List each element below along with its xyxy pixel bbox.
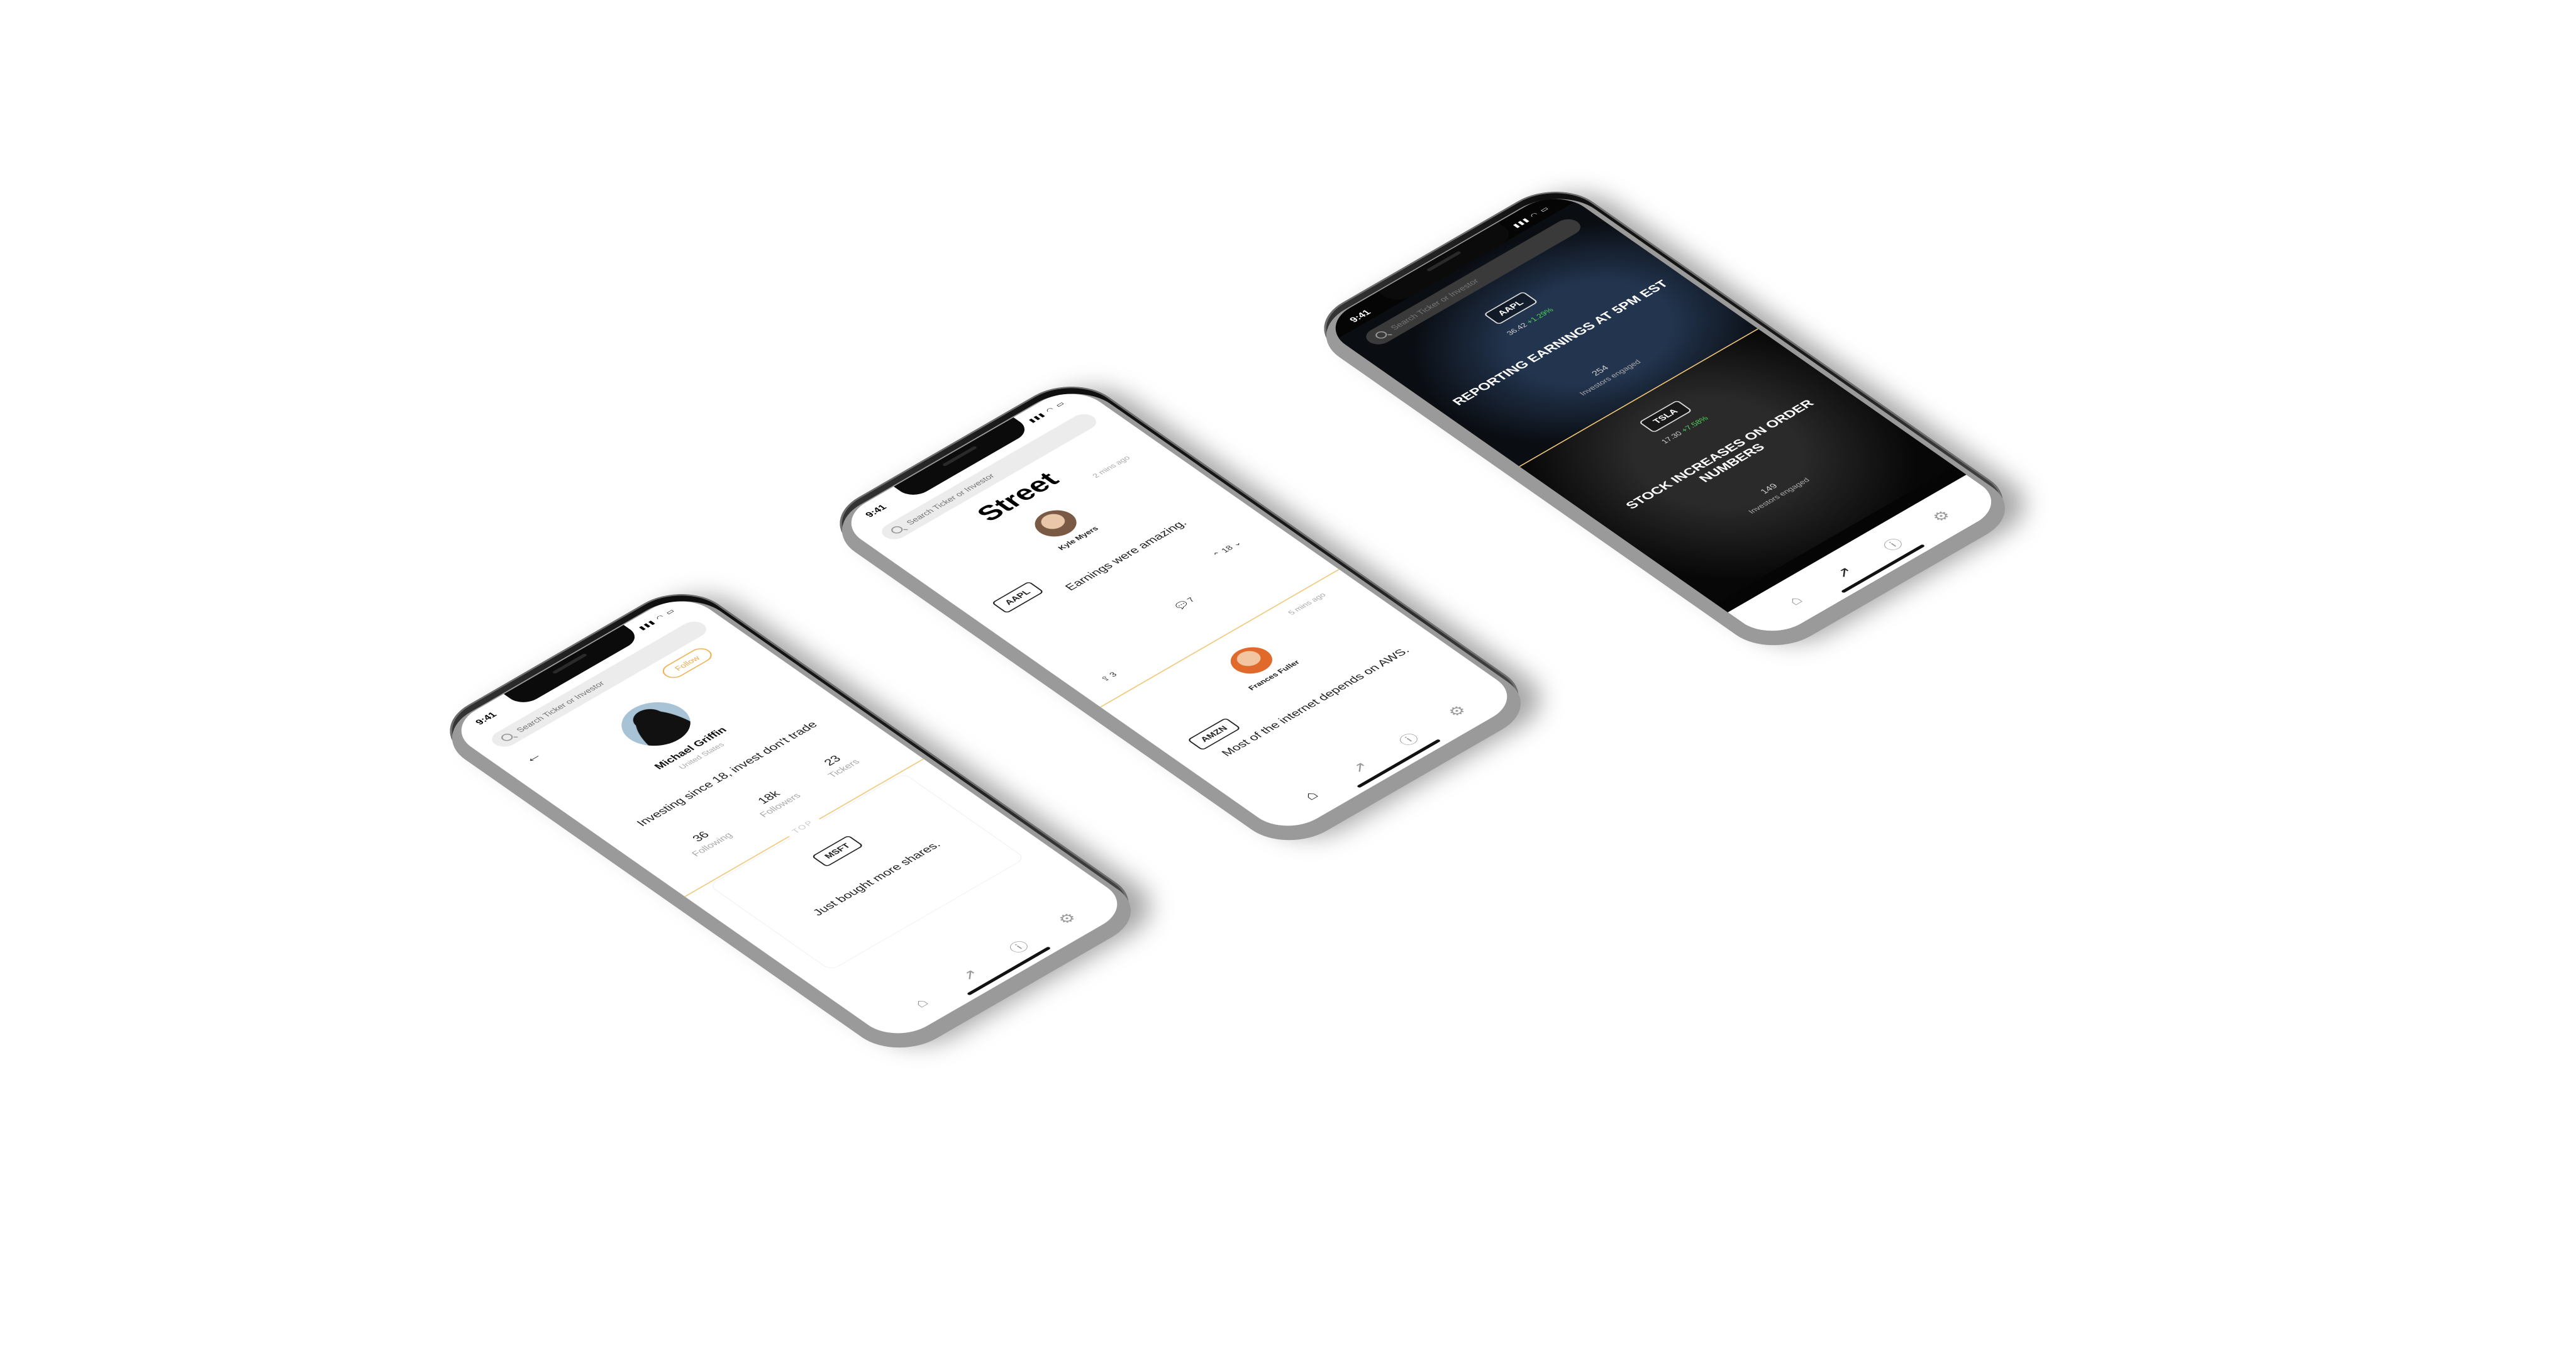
- downvote-icon[interactable]: ⌄: [1230, 539, 1243, 548]
- trending-icon[interactable]: ↗: [952, 963, 988, 986]
- home-icon[interactable]: ⌂: [902, 991, 939, 1014]
- stat-tickers[interactable]: 23 Tickers: [814, 749, 862, 780]
- status-icons: ▮▮▮ ◠ ▭: [1026, 399, 1068, 424]
- search-icon: [1373, 329, 1390, 340]
- comment-icon: 💬: [1173, 599, 1191, 610]
- ticker-tag[interactable]: MSFT: [811, 834, 864, 868]
- ticker-tag[interactable]: AAPL: [991, 581, 1045, 614]
- post-divider: [1100, 569, 1340, 708]
- gear-icon[interactable]: ⚙: [1439, 700, 1475, 722]
- stat-followers[interactable]: 18k Followers: [745, 783, 804, 820]
- share-count: 3: [1107, 670, 1119, 678]
- page-title: Street: [970, 467, 1065, 526]
- status-time: 9:41: [474, 710, 499, 727]
- status-icons: ▮▮▮ ◠ ▭: [636, 607, 678, 632]
- trending-icon[interactable]: ↗: [1341, 756, 1378, 778]
- home-icon[interactable]: ⌂: [1777, 589, 1813, 612]
- gear-icon[interactable]: ⚙: [1923, 505, 1960, 527]
- phone-trending: 9:41 ▮▮▮ ◠ ▭ AAPL 36.42 +1.29% REPORTING…: [1302, 178, 2025, 652]
- search-icon: [889, 524, 906, 535]
- share-control[interactable]: ⇪ 3: [1099, 670, 1119, 683]
- comment-count: 7: [1184, 595, 1197, 604]
- stat-following[interactable]: 36 Following: [677, 822, 735, 858]
- trending-icon[interactable]: ↗: [1826, 561, 1862, 583]
- comment-control[interactable]: 💬 7: [1173, 596, 1197, 610]
- vote-control[interactable]: ⌃ 18 ⌄: [1211, 539, 1244, 559]
- home-icon[interactable]: ⌂: [1292, 784, 1329, 807]
- gear-icon[interactable]: ⚙: [1049, 907, 1085, 930]
- search-icon: [499, 732, 516, 742]
- trending-screen: 9:41 ▮▮▮ ◠ ▭ AAPL 36.42 +1.29% REPORTING…: [1318, 188, 2009, 642]
- status-time: 9:41: [863, 503, 889, 519]
- tab-bar: ⌂ ↗ ⓘ ⚙: [1243, 670, 1524, 837]
- back-arrow-icon[interactable]: ←: [518, 748, 547, 766]
- vote-count: 18: [1219, 544, 1235, 555]
